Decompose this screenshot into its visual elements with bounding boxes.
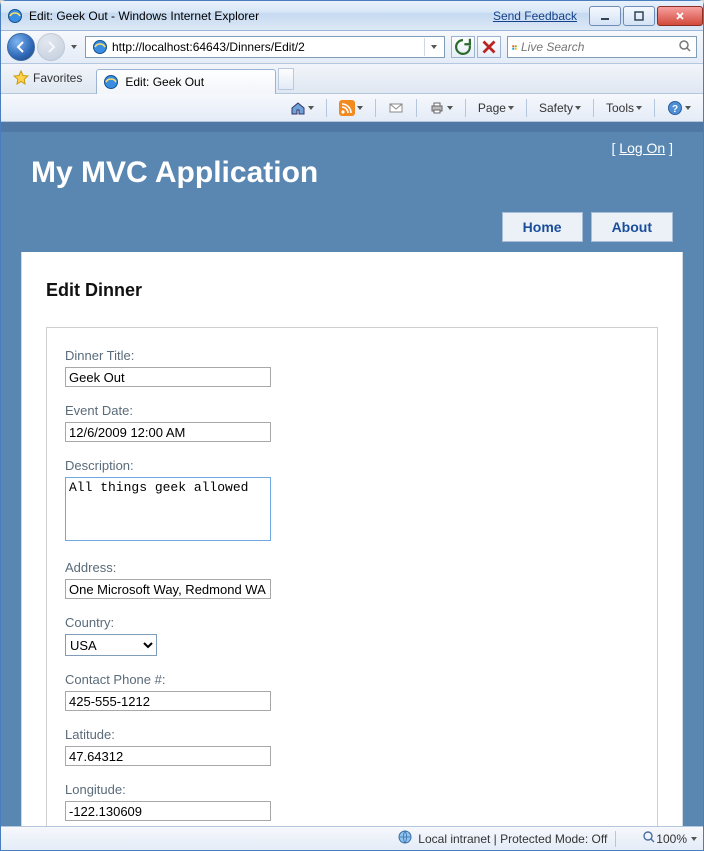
live-search-icon (512, 39, 517, 55)
page-scroll[interactable]: [ Log On ] My MVC Application Home About… (1, 122, 703, 826)
label-longitude: Longitude: (65, 782, 639, 797)
field-description: Description: All things geek allowed (65, 458, 639, 544)
minimize-button[interactable] (589, 6, 621, 26)
security-zone: Local intranet | Protected Mode: Off (397, 829, 607, 848)
input-longitude[interactable] (65, 801, 271, 821)
nav-toolbar (1, 31, 703, 64)
field-title: Dinner Title: (65, 348, 639, 387)
feeds-button[interactable] (333, 97, 369, 119)
main-panel: Edit Dinner Dinner Title: Event Date: De… (21, 252, 683, 826)
logon-link[interactable]: Log On (619, 140, 665, 156)
app-title: My MVC Application (31, 156, 673, 190)
input-event-date[interactable] (65, 422, 271, 442)
close-button[interactable] (657, 6, 703, 26)
nav-history-dropdown[interactable] (67, 45, 81, 49)
page-menu[interactable]: Page (472, 97, 520, 119)
field-event-date: Event Date: (65, 403, 639, 442)
home-button[interactable] (284, 97, 320, 119)
label-title: Dinner Title: (65, 348, 639, 363)
separator (654, 99, 655, 117)
status-zone-text: Local intranet | Protected Mode: Off (418, 832, 607, 846)
tab-strip: Favorites Edit: Geek Out (1, 64, 703, 94)
print-button[interactable] (423, 97, 459, 119)
select-country[interactable]: USA (65, 634, 157, 656)
edit-form: Dinner Title: Event Date: Description: A… (46, 327, 658, 826)
window-titlebar: Edit: Geek Out - Windows Internet Explor… (1, 1, 703, 31)
star-icon (13, 70, 29, 86)
separator (593, 99, 594, 117)
browser-tab[interactable]: Edit: Geek Out (96, 69, 276, 94)
separator (375, 99, 376, 117)
help-button[interactable]: ? (661, 97, 697, 119)
main-nav: Home About (31, 212, 673, 242)
zoom-icon (642, 830, 656, 847)
field-latitude: Latitude: (65, 727, 639, 766)
url-input[interactable] (112, 38, 424, 56)
new-tab-button[interactable] (278, 68, 294, 90)
read-mail-button[interactable] (382, 97, 410, 119)
tab-title: Edit: Geek Out (125, 75, 204, 89)
back-button[interactable] (7, 33, 35, 61)
ie-favicon (7, 8, 23, 24)
page-body: [ Log On ] My MVC Application Home About… (1, 132, 703, 826)
command-bar: Page Safety Tools ? (1, 94, 703, 122)
nav-home[interactable]: Home (502, 212, 583, 242)
field-address: Address: (65, 560, 639, 599)
separator (416, 99, 417, 117)
stop-button[interactable] (477, 36, 501, 58)
search-input[interactable] (521, 40, 678, 54)
bracket-close: ] (665, 140, 673, 156)
page-header: [ Log On ] My MVC Application Home About (1, 132, 703, 252)
window-title: Edit: Geek Out - Windows Internet Explor… (29, 9, 493, 23)
logon-area: [ Log On ] (612, 140, 674, 156)
search-go-icon[interactable] (678, 39, 692, 56)
tools-menu[interactable]: Tools (600, 97, 648, 119)
label-latitude: Latitude: (65, 727, 639, 742)
tab-favicon (103, 74, 119, 90)
input-title[interactable] (65, 367, 271, 387)
label-event-date: Event Date: (65, 403, 639, 418)
separator (526, 99, 527, 117)
svg-text:?: ? (672, 104, 678, 115)
address-bar[interactable] (85, 36, 445, 58)
label-country: Country: (65, 615, 639, 630)
status-bar: Local intranet | Protected Mode: Off 100… (1, 826, 703, 850)
maximize-button[interactable] (623, 6, 655, 26)
search-box[interactable] (507, 36, 697, 58)
input-address[interactable] (65, 579, 271, 599)
forward-button[interactable] (37, 33, 65, 61)
field-longitude: Longitude: (65, 782, 639, 821)
input-contact-phone[interactable] (65, 691, 271, 711)
send-feedback-link[interactable]: Send Feedback (493, 9, 577, 23)
address-dropdown[interactable] (424, 38, 442, 56)
internet-zone-icon (397, 829, 413, 848)
nav-about[interactable]: About (591, 212, 673, 242)
separator (465, 99, 466, 117)
field-country: Country: USA (65, 615, 639, 656)
separator (615, 831, 616, 847)
field-contact-phone: Contact Phone #: (65, 672, 639, 711)
label-address: Address: (65, 560, 639, 575)
separator (326, 99, 327, 117)
input-latitude[interactable] (65, 746, 271, 766)
label-contact-phone: Contact Phone #: (65, 672, 639, 687)
textarea-description[interactable]: All things geek allowed (65, 477, 271, 541)
viewport: [ Log On ] My MVC Application Home About… (1, 122, 703, 826)
page-favicon (92, 39, 108, 55)
refresh-button[interactable] (451, 36, 475, 58)
safety-menu[interactable]: Safety (533, 97, 587, 119)
favorites-button[interactable]: Favorites (5, 66, 90, 90)
favorites-label: Favorites (33, 71, 82, 85)
label-description: Description: (65, 458, 639, 473)
zoom-control[interactable]: 100% (642, 830, 697, 847)
zoom-value: 100% (656, 832, 687, 846)
page-heading: Edit Dinner (46, 280, 658, 301)
